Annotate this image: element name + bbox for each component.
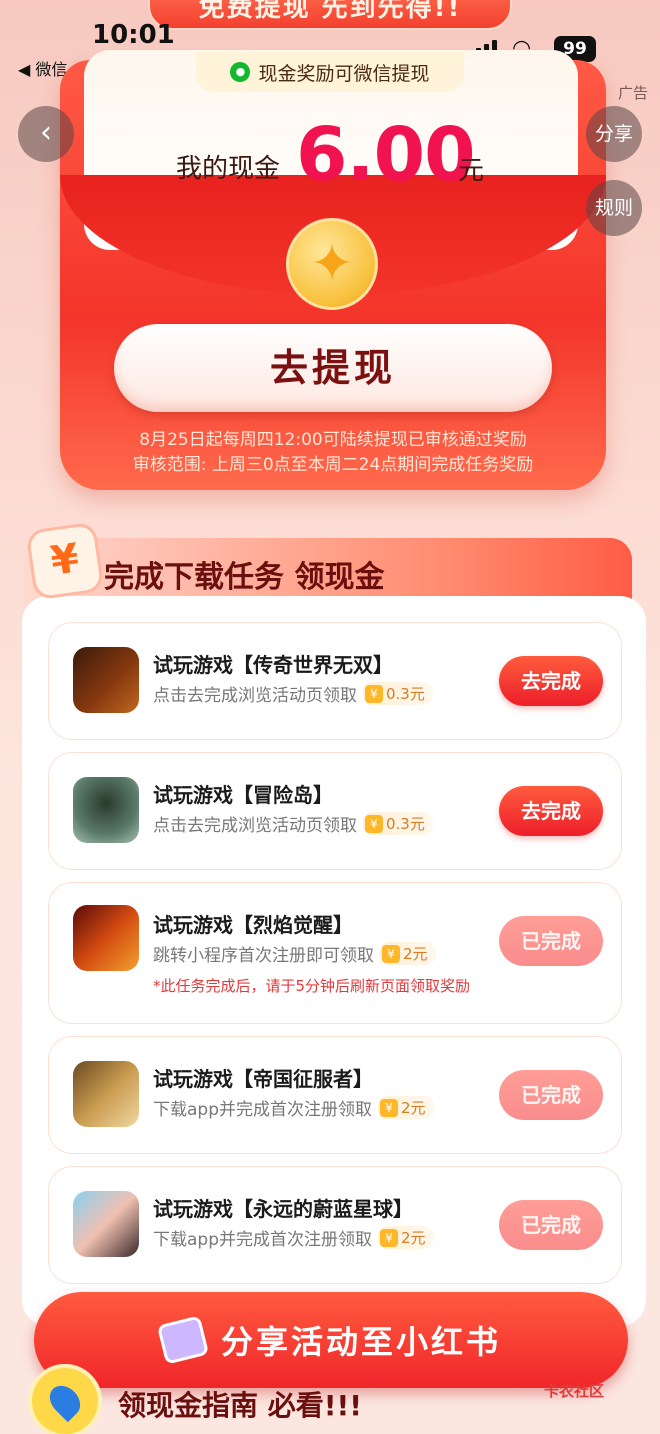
reward-badge: ¥2元 (380, 942, 436, 965)
share-side-button[interactable]: 分享 (586, 106, 642, 162)
task-title: 试玩游戏【烈焰觉醒】 (153, 913, 353, 937)
task-done-button: 已完成 (499, 1200, 603, 1250)
rule-line: 审核范围: 上周三0点至本周二24点期间完成任务奖励 (132, 455, 534, 475)
watermark-logo: 卡农社区 (544, 1382, 605, 1400)
task-go-button[interactable]: 去完成 (499, 656, 603, 706)
withdraw-button[interactable]: 去提现 (114, 324, 552, 412)
reward-badge: ¥0.3元 (363, 812, 433, 835)
yuan-icon: ¥ (382, 944, 400, 963)
game-icon (73, 647, 139, 713)
guide-title: 领现金指南 必看!!! (118, 1389, 363, 1422)
task-title: 试玩游戏【冒险岛】 (153, 783, 333, 807)
back-button[interactable]: ‹ (18, 106, 74, 162)
ad-tag: 广告 (618, 84, 649, 102)
task-item: 试玩游戏【永远的蔚蓝星球】 下载app并完成首次注册领取 ¥2元 已完成 (48, 1166, 622, 1284)
task-desc: 点击去完成浏览活动页领取 ¥0.3元 (153, 681, 433, 706)
task-item: 试玩游戏【冒险岛】 点击去完成浏览活动页领取 ¥0.3元 去完成 (48, 752, 622, 870)
share-button-label: 分享活动至小红书 (220, 1323, 501, 1361)
game-icon (73, 1191, 139, 1257)
withdraw-rules: 8月25日起每周四12:00可陆续提现已审核通过奖励 审核范围: 上周三0点至本… (70, 428, 596, 478)
coin-icon: ✦ (286, 218, 378, 310)
yuan-icon: ¥ (380, 1098, 398, 1117)
task-desc-text: 点击去完成浏览活动页领取 (153, 686, 357, 706)
task-desc: 跳转小程序首次注册即可领取 ¥2元 (153, 941, 436, 966)
task-desc-text: 点击去完成浏览活动页领取 (153, 816, 357, 836)
reward-value: 0.3元 (386, 815, 425, 833)
yuan-icon: ¥ (380, 1228, 398, 1247)
task-go-button[interactable]: 去完成 (499, 786, 603, 836)
rule-line: 8月25日起每周四12:00可陆续提现已审核通过奖励 (139, 430, 527, 450)
task-desc-text: 跳转小程序首次注册即可领取 (153, 946, 374, 966)
reward-value: 2元 (403, 945, 428, 963)
task-title: 试玩游戏【帝国征服者】 (153, 1067, 373, 1091)
task-desc-text: 下载app并完成首次注册领取 (153, 1230, 372, 1250)
reward-value: 2元 (401, 1229, 426, 1247)
task-title: 试玩游戏【传奇世界无双】 (153, 653, 393, 677)
task-item: 试玩游戏【帝国征服者】 下载app并完成首次注册领取 ¥2元 已完成 (48, 1036, 622, 1154)
task-item: 试玩游戏【传奇世界无双】 点击去完成浏览活动页领取 ¥0.3元 去完成 (48, 622, 622, 740)
share-xiaohongshu-button[interactable]: 分享活动至小红书 (34, 1292, 628, 1388)
cash-value: 6.00 (296, 112, 476, 198)
reward-badge: ¥0.3元 (363, 682, 433, 705)
star-icon: ✦ (310, 234, 354, 294)
task-desc: 点击去完成浏览活动页领取 ¥0.3元 (153, 811, 433, 836)
status-time: 10:01 (92, 20, 175, 50)
status-back-link[interactable]: ◀ 微信 (18, 56, 67, 80)
wechat-notice-text: 现金奖励可微信提现 (258, 62, 430, 85)
reward-value: 2元 (401, 1099, 426, 1117)
task-note: *此任务完成后，请于5分钟后刷新页面领取奖励 (153, 977, 471, 995)
reward-badge: ¥2元 (378, 1226, 434, 1249)
task-desc-text: 下载app并完成首次注册领取 (153, 1100, 372, 1120)
game-icon (73, 777, 139, 843)
yuan-icon: ¥ (25, 521, 105, 601)
task-section-title: 完成下载任务 领现金 (104, 560, 385, 595)
share-card-icon (156, 1315, 210, 1365)
top-banner: 免费提现 先到先得!! (148, 0, 512, 30)
game-icon (73, 905, 139, 971)
task-desc: 下载app并完成首次注册领取 ¥2元 (153, 1225, 434, 1250)
pin-shape (43, 1379, 87, 1423)
game-icon (73, 1061, 139, 1127)
wechat-notice: ● 现金奖励可微信提现 (196, 52, 464, 92)
cash-unit: 元 (458, 156, 485, 186)
task-title: 试玩游戏【永远的蔚蓝星球】 (153, 1197, 413, 1221)
yuan-icon: ¥ (365, 814, 383, 833)
reward-value: 0.3元 (386, 685, 425, 703)
task-done-button: 已完成 (499, 1070, 603, 1120)
task-item: 试玩游戏【烈焰觉醒】 跳转小程序首次注册即可领取 ¥2元 *此任务完成后，请于5… (48, 882, 622, 1024)
wechat-icon: ● (230, 62, 251, 82)
task-done-button: 已完成 (499, 916, 603, 966)
yuan-icon: ¥ (365, 684, 383, 703)
map-pin-icon (28, 1364, 102, 1434)
reward-badge: ¥2元 (378, 1096, 434, 1119)
cash-label: 我的现金 (176, 154, 281, 184)
chevron-left-icon: ‹ (40, 115, 52, 150)
rules-side-button[interactable]: 规则 (586, 180, 642, 236)
task-desc: 下载app并完成首次注册领取 ¥2元 (153, 1095, 434, 1120)
